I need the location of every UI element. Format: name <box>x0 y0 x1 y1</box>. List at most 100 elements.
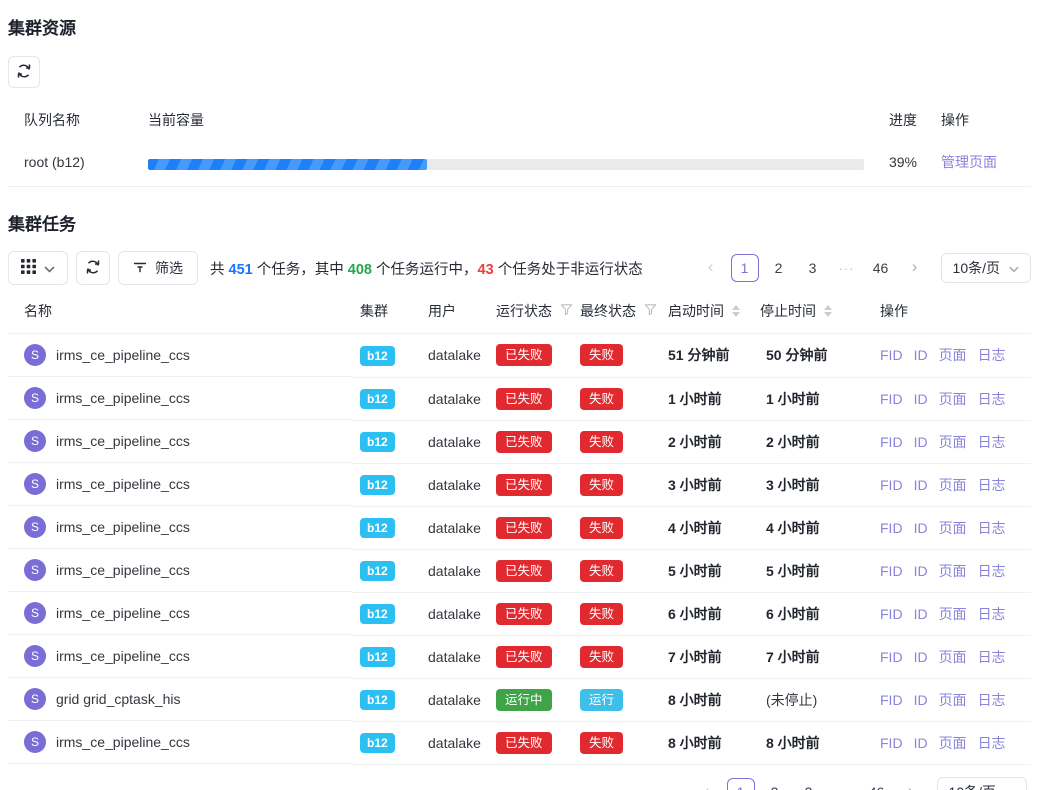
page-link[interactable]: 页面 <box>939 606 967 622</box>
filter-icon <box>133 260 147 277</box>
run-status-badge: 已失败 <box>496 431 552 453</box>
fid-link[interactable]: FID <box>880 434 903 450</box>
capacity-progress-fill <box>148 159 427 170</box>
fid-link[interactable]: FID <box>880 606 903 622</box>
start-time: 6 小时前 <box>668 606 722 622</box>
stop-time: 1 小时前 <box>766 391 820 407</box>
page-link[interactable]: 页面 <box>939 347 967 363</box>
cluster-badge: b12 <box>360 432 395 452</box>
start-time: 2 小时前 <box>668 434 722 450</box>
log-link[interactable]: 日志 <box>978 477 1006 493</box>
tasks-title: 集群任务 <box>8 210 1031 235</box>
task-name: irms_ce_pipeline_ccs <box>56 517 190 537</box>
id-link[interactable]: ID <box>914 434 928 450</box>
page-link[interactable]: 页面 <box>939 434 967 450</box>
pagination-page-3[interactable]: 3 <box>799 254 827 282</box>
id-link[interactable]: ID <box>914 477 928 493</box>
row-actions: FID ID 页面日志 <box>868 678 1031 721</box>
filter-funnel-icon[interactable] <box>644 301 657 321</box>
page-link[interactable]: 页面 <box>939 649 967 665</box>
fid-link[interactable]: FID <box>880 649 903 665</box>
table-row: S grid grid_cptask_his b12 datalake 运行中 … <box>8 678 1031 721</box>
pagination-prev-button[interactable]: ‹ <box>697 254 725 282</box>
log-link[interactable]: 日志 <box>978 649 1006 665</box>
pagination-page-1[interactable]: 1 <box>727 778 755 790</box>
filter-button[interactable]: 筛选 <box>118 251 198 285</box>
pagination-page-46[interactable]: 46 <box>867 254 895 282</box>
stop-time: 3 小时前 <box>766 477 820 493</box>
id-link[interactable]: ID <box>914 520 928 536</box>
pagination-ellipsis: ··· <box>833 261 861 276</box>
page-link[interactable]: 页面 <box>939 735 967 751</box>
log-link[interactable]: 日志 <box>978 347 1006 363</box>
pagination-page-3[interactable]: 3 <box>795 778 823 790</box>
sort-icon[interactable] <box>824 305 832 317</box>
run-status-badge: 已失败 <box>496 388 552 410</box>
row-actions: FID ID 页面日志 <box>868 549 1031 592</box>
pagination-next-button[interactable]: › <box>901 254 929 282</box>
resources-table: 队列名称 当前容量 进度 操作 root (b12) 39% 管理页面 <box>8 104 1031 187</box>
col-stop-time: 停止时间 <box>752 299 868 334</box>
run-status-badge: 已失败 <box>496 560 552 582</box>
pagination-page-2[interactable]: 2 <box>761 778 789 790</box>
id-link[interactable]: ID <box>914 606 928 622</box>
fid-link[interactable]: FID <box>880 347 903 363</box>
table-row: S irms_ce_pipeline_ccs b12 datalake 已失败 … <box>8 592 1031 635</box>
page-link[interactable]: 页面 <box>939 520 967 536</box>
id-link[interactable]: ID <box>914 735 928 751</box>
start-time: 8 小时前 <box>668 735 722 751</box>
id-link[interactable]: ID <box>914 347 928 363</box>
filter-funnel-icon[interactable] <box>560 301 573 321</box>
fid-link[interactable]: FID <box>880 735 903 751</box>
col-run-status: 运行状态 <box>488 299 572 334</box>
fid-link[interactable]: FID <box>880 477 903 493</box>
not-running-count: 43 <box>478 262 494 278</box>
page-link[interactable]: 页面 <box>939 563 967 579</box>
final-status-badge: 失败 <box>580 732 623 754</box>
fid-link[interactable]: FID <box>880 692 903 708</box>
final-status-badge: 失败 <box>580 603 623 625</box>
page-size-select[interactable]: 10条/页 <box>937 777 1027 790</box>
pagination-next-button[interactable]: › <box>897 778 925 790</box>
task-name: grid grid_cptask_his <box>56 689 181 709</box>
view-mode-dropdown-button[interactable] <box>8 251 68 285</box>
log-link[interactable]: 日志 <box>978 434 1006 450</box>
pagination-page-46[interactable]: 46 <box>863 778 891 790</box>
user-name: datalake <box>428 391 481 407</box>
page-link[interactable]: 页面 <box>939 391 967 407</box>
stop-time: 50 分钟前 <box>766 347 827 363</box>
chevron-down-icon <box>1009 260 1019 276</box>
log-link[interactable]: 日志 <box>978 735 1006 751</box>
pagination-page-1[interactable]: 1 <box>731 254 759 282</box>
id-link[interactable]: ID <box>914 649 928 665</box>
run-status-badge: 已失败 <box>496 474 552 496</box>
tasks-refresh-button[interactable] <box>76 251 110 285</box>
id-link[interactable]: ID <box>914 692 928 708</box>
resources-refresh-button[interactable] <box>8 56 40 88</box>
start-time: 4 小时前 <box>668 520 722 536</box>
final-status-badge: 失败 <box>580 431 623 453</box>
id-link[interactable]: ID <box>914 391 928 407</box>
fid-link[interactable]: FID <box>880 520 903 536</box>
id-link[interactable]: ID <box>914 563 928 579</box>
final-status-badge: 失败 <box>580 517 623 539</box>
task-name: irms_ce_pipeline_ccs <box>56 560 190 580</box>
log-link[interactable]: 日志 <box>978 563 1006 579</box>
log-link[interactable]: 日志 <box>978 692 1006 708</box>
page-link[interactable]: 页面 <box>939 477 967 493</box>
pagination-page-2[interactable]: 2 <box>765 254 793 282</box>
sort-icon[interactable] <box>732 305 740 317</box>
page-link[interactable]: 页面 <box>939 692 967 708</box>
col-cluster: 集群 <box>352 299 420 334</box>
log-link[interactable]: 日志 <box>978 520 1006 536</box>
fid-link[interactable]: FID <box>880 563 903 579</box>
log-link[interactable]: 日志 <box>978 606 1006 622</box>
avatar: S <box>24 430 46 452</box>
fid-link[interactable]: FID <box>880 391 903 407</box>
log-link[interactable]: 日志 <box>978 391 1006 407</box>
manage-page-link[interactable]: 管理页面 <box>941 154 997 170</box>
col-queue-name: 队列名称 <box>8 104 140 130</box>
page-size-select[interactable]: 10条/页 <box>941 253 1031 283</box>
cluster-badge: b12 <box>360 647 395 667</box>
pagination-prev-button[interactable]: ‹ <box>693 778 721 790</box>
